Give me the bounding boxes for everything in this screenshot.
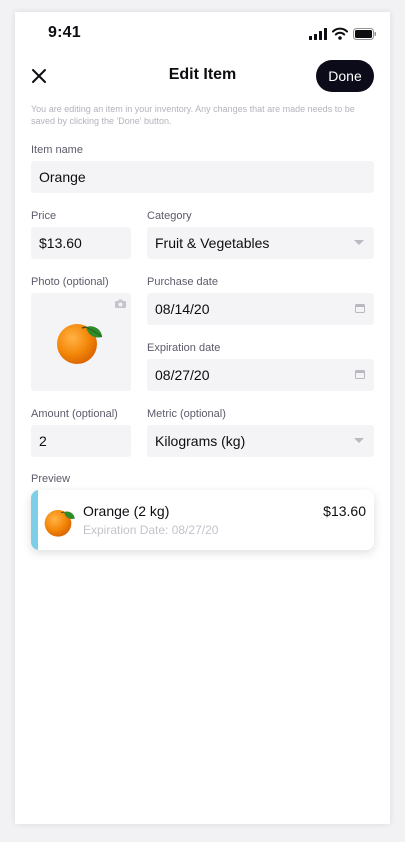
preview-label: Preview xyxy=(31,473,71,485)
done-button[interactable]: Done xyxy=(316,60,374,92)
preview-price: $13.60 xyxy=(323,503,366,519)
orange-image xyxy=(44,510,75,537)
calendar-icon xyxy=(355,370,365,379)
chevron-down-icon xyxy=(354,240,364,245)
preview-accent-bar xyxy=(31,490,38,550)
orange-image xyxy=(57,324,103,364)
camera-icon xyxy=(115,299,126,308)
category-label: Category xyxy=(147,210,192,222)
preview-expiration: Expiration Date: 08/27/20 xyxy=(83,523,219,537)
status-bar: 9:41 xyxy=(15,12,390,56)
item-name-label: Item name xyxy=(31,144,83,156)
metric-label: Metric (optional) xyxy=(147,408,226,420)
status-time: 9:41 xyxy=(48,24,81,41)
signal-icon xyxy=(309,28,327,40)
price-input[interactable]: $13.60 xyxy=(31,227,131,259)
price-label: Price xyxy=(31,210,57,222)
wifi-icon xyxy=(332,27,348,40)
battery-icon xyxy=(353,28,376,40)
expiration-date-label: Expiration date xyxy=(147,342,221,354)
amount-label: Amount (optional) xyxy=(31,408,118,420)
category-select[interactable]: Fruit & Vegetables xyxy=(147,227,374,259)
instruction-note: You are editing an item in your inventor… xyxy=(31,104,355,126)
preview-item-name: Orange (2 kg) xyxy=(83,503,170,519)
category-value: Fruit & Vegetables xyxy=(155,235,270,251)
preview-card: Orange (2 kg) Expiration Date: 08/27/20 … xyxy=(31,490,374,550)
phone-screen: 9:41 Edit Item Done You are editing an i… xyxy=(15,12,390,824)
photo-label: Photo (optional) xyxy=(31,276,109,288)
chevron-down-icon xyxy=(354,438,364,443)
calendar-icon xyxy=(355,304,365,313)
purchase-date-value: 08/14/20 xyxy=(155,301,210,317)
metric-value: Kilograms (kg) xyxy=(155,433,246,449)
amount-input[interactable]: 2 xyxy=(31,425,131,457)
purchase-date-label: Purchase date xyxy=(147,276,218,288)
expiration-date-input[interactable]: 08/27/20 xyxy=(147,359,374,391)
item-name-input[interactable]: Orange xyxy=(31,161,374,193)
metric-select[interactable]: Kilograms (kg) xyxy=(147,425,374,457)
purchase-date-input[interactable]: 08/14/20 xyxy=(147,293,374,325)
photo-picker[interactable] xyxy=(31,293,131,391)
expiration-date-value: 08/27/20 xyxy=(155,367,210,383)
